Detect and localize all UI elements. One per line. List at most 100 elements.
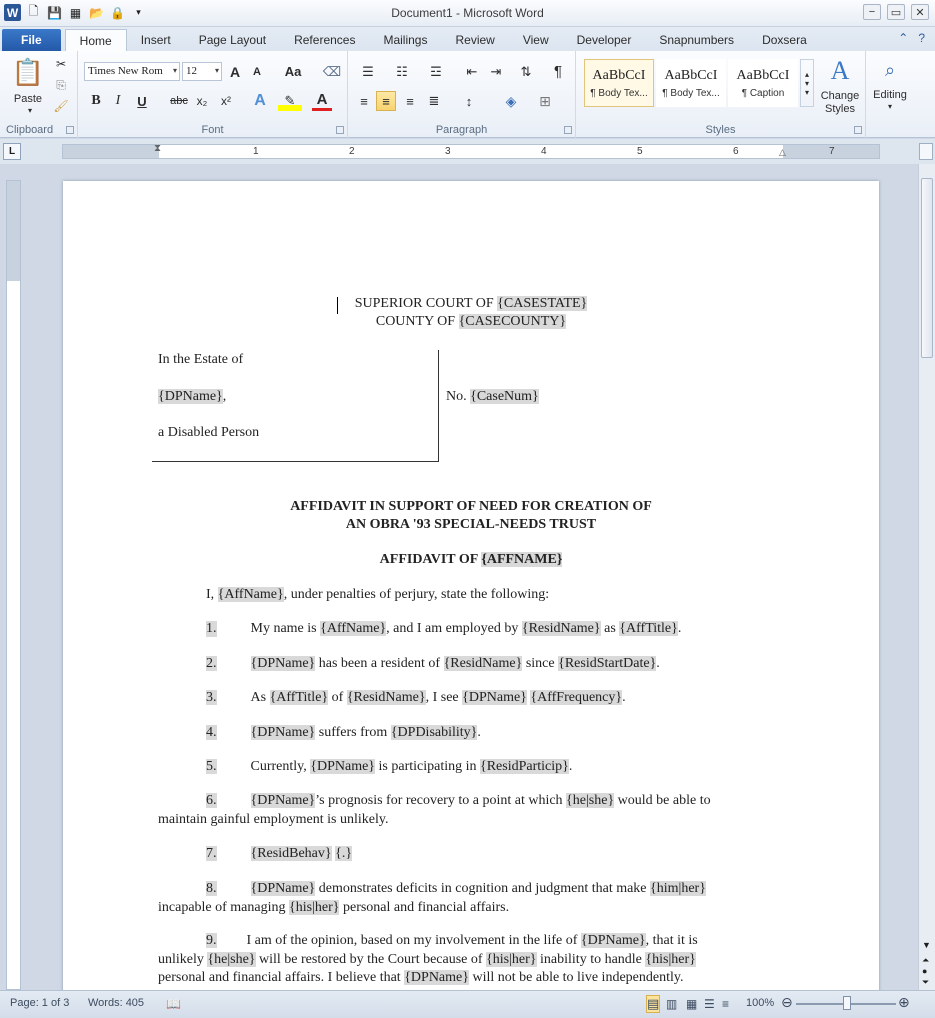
tab-page-layout[interactable]: Page Layout <box>185 29 280 51</box>
tab-snapnumbers[interactable]: Snapnumbers <box>645 29 748 51</box>
vertical-ruler[interactable] <box>6 180 21 990</box>
editing-dropdown-icon[interactable]: ▾ <box>866 101 914 111</box>
tab-references[interactable]: References <box>280 29 369 51</box>
field-residbehav[interactable]: {ResidBehav} <box>250 846 332 861</box>
align-right-icon[interactable]: ≡ <box>400 91 420 111</box>
print-layout-icon[interactable]: ▤ <box>646 995 661 1013</box>
show-formatting-button[interactable]: ¶ <box>548 62 568 81</box>
paragraph-launcher-icon[interactable] <box>564 126 572 134</box>
help-icon[interactable]: ? <box>918 31 925 45</box>
field-period[interactable]: {.} <box>335 846 353 861</box>
field-affname-upper[interactable]: {AFFNAME} <box>481 552 563 567</box>
maximize-button[interactable]: ▭ <box>887 4 905 20</box>
field-affname[interactable]: {AffName} <box>217 587 284 602</box>
zoom-in-icon[interactable]: ⊕ <box>898 994 910 1011</box>
superscript-button[interactable]: x² <box>216 91 236 111</box>
cut-icon[interactable]: ✂ <box>52 55 70 73</box>
previous-page-icon[interactable]: ⏶ <box>922 955 929 966</box>
page-count[interactable]: Page: 1 of 3 <box>10 997 69 1009</box>
bullets-icon[interactable]: ☰ <box>354 62 382 81</box>
text-effects-icon[interactable]: A <box>250 91 270 111</box>
format-painter-icon[interactable]: 🖌 <box>52 97 70 115</box>
shading-icon[interactable]: ◈ <box>498 91 524 111</box>
style-body-text-1[interactable]: AaBbCcI ¶ Body Tex... <box>584 59 654 107</box>
justify-icon[interactable]: ≣ <box>424 91 444 111</box>
clipboard-launcher-icon[interactable] <box>66 126 74 134</box>
document-page[interactable]: SUPERIOR COURT OF {CASESTATE} COUNTY OF … <box>63 181 879 993</box>
align-center-icon[interactable]: ≡ <box>376 91 396 111</box>
field-dpname[interactable]: {DPName} <box>580 933 646 948</box>
tab-doxsera[interactable]: Doxsera <box>748 29 821 51</box>
style-body-text-2[interactable]: AaBbCcI ¶ Body Tex... <box>656 59 726 107</box>
field-dpname[interactable]: {DPName} <box>310 759 376 774</box>
change-case-button[interactable]: Aa <box>280 62 306 81</box>
indent-marker-icon[interactable]: ⧗ <box>154 143 161 154</box>
field-casecounty[interactable]: {CASECOUNTY} <box>458 314 567 329</box>
tab-selector-button[interactable]: L <box>3 143 21 160</box>
scroll-down-icon[interactable]: ▼ <box>922 940 931 950</box>
minimize-button[interactable]: − <box>863 4 881 20</box>
full-screen-reading-icon[interactable]: ▥ <box>666 997 677 1011</box>
strikethrough-button[interactable]: abc <box>168 91 190 111</box>
zoom-out-icon[interactable]: ⊖ <box>781 994 793 1011</box>
right-indent-marker-icon[interactable]: △ <box>779 147 786 158</box>
paste-dropdown-icon[interactable]: ▾ <box>8 105 52 115</box>
draft-icon[interactable]: ≡ <box>722 997 729 1011</box>
clear-formatting-icon[interactable]: ⌫ <box>322 62 342 81</box>
multilevel-list-icon[interactable]: ☲ <box>422 62 450 81</box>
tab-view[interactable]: View <box>509 29 563 51</box>
view-ruler-icon[interactable] <box>919 143 933 160</box>
field-dpdisability[interactable]: {DPDisability} <box>390 725 478 740</box>
numbering-icon[interactable]: ☷ <box>388 62 416 81</box>
font-name-combo[interactable]: Times New Rom ▾ <box>84 62 180 81</box>
line-spacing-icon[interactable]: ↕ <box>456 91 482 111</box>
tab-file[interactable]: File <box>2 29 61 51</box>
font-launcher-icon[interactable] <box>336 126 344 134</box>
word-count[interactable]: Words: 405 <box>88 997 144 1009</box>
borders-icon[interactable]: ⊞ <box>532 91 558 111</box>
close-button[interactable]: ✕ <box>911 4 929 20</box>
font-color-icon[interactable]: A <box>312 91 332 111</box>
sort-icon[interactable]: ⇅ <box>516 62 536 81</box>
field-heshe[interactable]: {he|she} <box>207 952 256 967</box>
outline-icon[interactable]: ☰ <box>704 997 715 1011</box>
subscript-button[interactable]: x₂ <box>192 91 212 111</box>
change-styles-icon[interactable]: A <box>818 55 862 87</box>
field-residparticip[interactable]: {ResidParticip} <box>480 759 569 774</box>
styles-scroll-icon[interactable]: ▴ ▾ ▾ <box>800 59 814 107</box>
field-residname[interactable]: {ResidName} <box>443 656 523 671</box>
field-dpname[interactable]: {DPName} <box>462 690 527 705</box>
font-name-dropdown-icon[interactable]: ▾ <box>173 66 177 75</box>
decrease-indent-icon[interactable]: ⇤ <box>462 62 482 81</box>
copy-icon[interactable]: ⎘ <box>52 76 70 94</box>
web-layout-icon[interactable]: ▦ <box>686 997 697 1011</box>
tab-insert[interactable]: Insert <box>127 29 185 51</box>
style-caption[interactable]: AaBbCcI ¶ Caption <box>728 59 798 107</box>
tab-developer[interactable]: Developer <box>563 29 646 51</box>
italic-button[interactable]: I <box>108 91 128 111</box>
scrollbar-thumb[interactable] <box>921 178 933 358</box>
horizontal-ruler[interactable]: 1 2 3 4 5 6 7 ⧗ △ <box>62 143 880 159</box>
field-residstartdate[interactable]: {ResidStartDate} <box>558 656 657 671</box>
field-hisher[interactable]: {his|her} <box>289 900 340 915</box>
increase-indent-icon[interactable]: ⇥ <box>486 62 506 81</box>
field-afffrequency[interactable]: {AffFrequency} <box>530 690 623 705</box>
field-casestate[interactable]: {CASESTATE} <box>497 296 588 311</box>
field-afftitle[interactable]: {AffTitle} <box>269 690 329 705</box>
shrink-font-button[interactable]: A <box>248 62 266 81</box>
field-affname[interactable]: {AffName} <box>320 621 387 636</box>
field-hisher[interactable]: {his|her} <box>645 952 696 967</box>
proofing-icon[interactable]: 📖 <box>166 997 181 1011</box>
field-dpname[interactable]: {DPName} <box>250 793 316 808</box>
minimize-ribbon-icon[interactable]: ⌃ <box>898 31 908 45</box>
field-dpname[interactable]: {DPName} <box>250 656 316 671</box>
field-dpname[interactable]: {DPName} <box>250 881 316 896</box>
underline-button[interactable]: U <box>132 91 152 111</box>
tab-review[interactable]: Review <box>441 29 508 51</box>
field-himher[interactable]: {him|her} <box>650 881 706 896</box>
field-residname[interactable]: {ResidName} <box>346 690 426 705</box>
font-size-combo[interactable]: 12 ▾ <box>182 62 222 81</box>
field-dpname[interactable]: {DPName} <box>404 970 469 985</box>
field-dpname[interactable]: {DPName} <box>250 725 316 740</box>
field-casenum[interactable]: {CaseNum} <box>470 389 539 404</box>
